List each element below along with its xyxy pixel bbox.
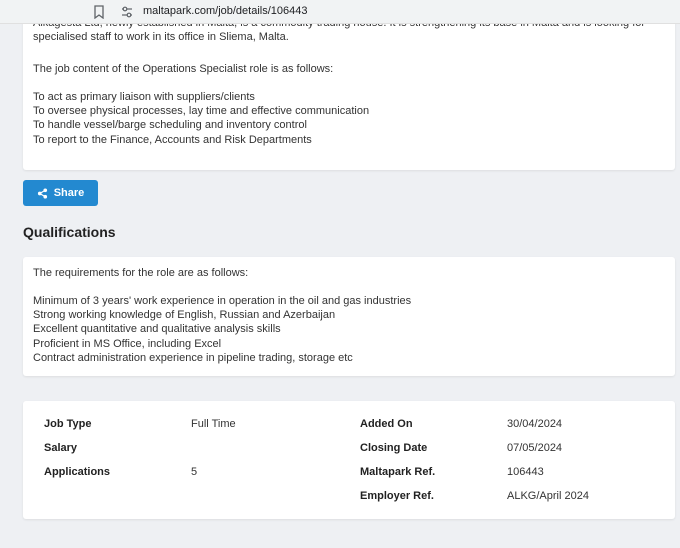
qualifications-intro: The requirements for the role are as fol… <box>33 267 249 279</box>
maltapark-ref-label: Maltapark Ref. <box>360 466 436 478</box>
job-details-card: Job Type Full Time Salary Applications 5… <box>23 401 675 519</box>
job-type-value: Full Time <box>191 418 236 430</box>
qualifications-list: Minimum of 3 years' work experience in o… <box>33 294 411 365</box>
list-item: To oversee physical processes, lay time … <box>33 105 370 118</box>
applications-value: 5 <box>191 466 198 478</box>
list-item: Proficient in MS Office, including Excel <box>33 337 222 350</box>
added-on-label: Added On <box>360 418 413 430</box>
employer-ref-label: Employer Ref. <box>360 490 434 502</box>
list-item: Strong working knowledge of English, Rus… <box>33 309 336 322</box>
job-description-card: Alkagesta Ltd, newly established in Malt… <box>23 10 675 170</box>
job-type-label: Job Type <box>44 418 92 430</box>
applications-label: Applications <box>44 466 111 478</box>
description-list: To act as primary liaison with suppliers… <box>33 90 369 147</box>
description-intro: The job content of the Operations Specia… <box>33 63 334 75</box>
share-button[interactable]: Share <box>23 180 98 206</box>
bookmark-icon[interactable] <box>93 5 105 19</box>
qualifications-heading: Qualifications <box>23 224 116 240</box>
added-on-value: 30/04/2024 <box>507 418 563 430</box>
closing-date-value: 07/05/2024 <box>507 442 563 454</box>
description-line: specialised staff to work in its office … <box>33 31 289 44</box>
list-item: Excellent quantitative and qualitative a… <box>33 323 281 336</box>
list-item: To report to the Finance, Accounts and R… <box>33 133 312 146</box>
maltapark-ref-value: 106443 <box>507 466 544 478</box>
employer-ref-value: ALKG/April 2024 <box>507 490 589 502</box>
list-item: To act as primary liaison with suppliers… <box>33 91 255 103</box>
qualifications-card: The requirements for the role are as fol… <box>23 257 675 376</box>
list-item: To handle vessel/barge scheduling and in… <box>33 119 307 132</box>
list-item: Minimum of 3 years' work experience in o… <box>33 295 412 307</box>
closing-date-label: Closing Date <box>360 442 428 454</box>
url-text[interactable]: maltapark.com/job/details/106443 <box>143 5 307 17</box>
site-settings-icon[interactable] <box>120 5 134 19</box>
share-icon <box>37 187 47 199</box>
share-label: Share <box>53 187 85 199</box>
list-item: Contract administration experience in pi… <box>33 351 353 364</box>
salary-label: Salary <box>44 442 78 454</box>
browser-address-bar: maltapark.com/job/details/106443 <box>0 0 680 24</box>
